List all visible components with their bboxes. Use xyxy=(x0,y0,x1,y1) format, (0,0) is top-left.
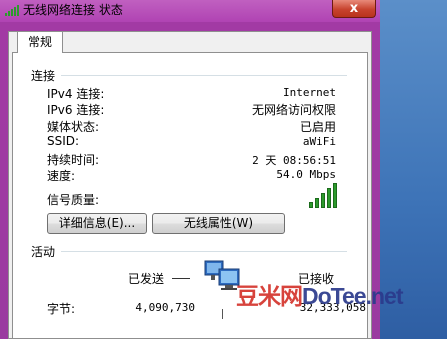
site-watermark: 豆米网DoTee.net xyxy=(236,277,403,311)
signal-quality-label: 信号质量: xyxy=(47,193,100,207)
window-title: 无线网络连接 状态 xyxy=(23,3,123,17)
activity-divider xyxy=(61,251,347,252)
connection-divider xyxy=(61,75,347,76)
wireless-properties-button[interactable]: 无线属性(W) xyxy=(152,213,285,234)
wireless-signal-icon xyxy=(5,5,19,16)
close-button[interactable]: x xyxy=(332,0,376,18)
connection-group-title: 连接 xyxy=(31,69,56,83)
sent-line xyxy=(172,278,190,279)
media-state-value: 已启用 xyxy=(299,120,336,134)
speed-value: 54.0 Mbps xyxy=(276,168,336,181)
watermark-cn-text: 豆米网 xyxy=(236,284,303,310)
title-bar[interactable]: 无线网络连接 状态 xyxy=(0,0,380,22)
tab-general[interactable]: 常规 xyxy=(17,31,63,53)
activity-separator xyxy=(222,309,223,319)
media-state-label: 媒体状态: xyxy=(47,120,100,134)
signal-strength-icon xyxy=(309,182,337,208)
ssid-label: SSID: xyxy=(47,134,80,148)
watermark-en-text: DoTee.net xyxy=(302,283,403,309)
speed-label: 速度: xyxy=(47,169,76,183)
details-button[interactable]: 详细信息(E)... xyxy=(47,213,147,234)
ipv6-label: IPv6 连接: xyxy=(47,103,105,117)
bytes-sent-value: 4,090,730 xyxy=(135,301,195,314)
duration-value: 2 天 08:56:51 xyxy=(252,154,336,167)
duration-label: 持续时间: xyxy=(47,153,100,167)
sent-label: 已发送 xyxy=(128,272,165,286)
activity-group-title: 活动 xyxy=(31,245,56,259)
ipv4-label: IPv4 连接: xyxy=(47,87,105,101)
ipv6-value: 无网络访问权限 xyxy=(251,103,336,117)
ssid-value: aWiFi xyxy=(302,135,336,148)
ipv4-value: Internet xyxy=(283,86,336,99)
bytes-label: 字节: xyxy=(47,302,76,316)
status-window: 无线网络连接 状态 x 常规 连接 IPv4 连接: Internet IPv6… xyxy=(0,0,447,339)
